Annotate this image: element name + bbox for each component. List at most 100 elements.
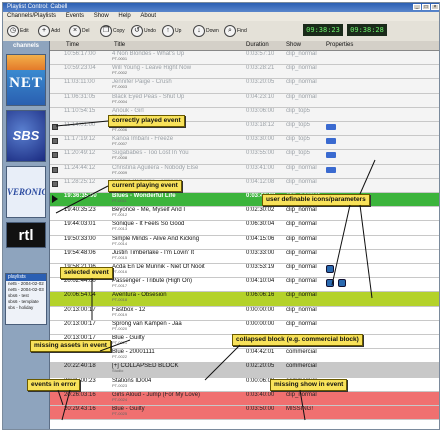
property-badge-icon[interactable] [326,124,336,130]
cell-code: PT-0009 [112,169,128,175]
cell-time: 20:02:44:00 [64,278,96,285]
menu-show[interactable]: Show [94,13,109,19]
close-button[interactable]: × [431,4,439,10]
cell-duration: 0:00:00:00 [246,320,275,327]
cell-code: PT-0004 [112,98,128,104]
table-row[interactable]: 11:03:11:00 Jennifer Paige - Crush 0:03:20… [50,79,439,94]
toolbar-button-up[interactable]: ↑ Up [162,24,181,37]
up-icon: ↑ [162,24,174,37]
table-row[interactable]: 20:29:43:16 Blue - Guilty 0:03:50:00 MISSIN… [50,406,439,421]
cell-time: 20:13:00:17 [64,320,96,327]
channel-logo-sbs[interactable]: SBS [6,110,46,162]
cell-duration: 0:03:30:00 [246,136,275,143]
database-icon[interactable] [338,279,346,288]
database-icon[interactable] [326,265,334,273]
callout-current: current playing event [108,180,182,192]
table-row[interactable]: 19:54:48:06 Justin Timberlake - I'm Lovin… [50,250,439,264]
property-badge-icon[interactable] [326,166,336,173]
property-badge-icon[interactable] [326,152,336,159]
cell-show: clip_normal [286,306,317,313]
toolbar-button-undo[interactable]: ↺ Undo [131,24,156,37]
table-row[interactable]: 19:44:03:01 Sonique - It Feels So Good 0:0… [50,221,439,236]
table-row[interactable]: 19:36:35:00 Blues - Wonderful Life 0:03:42… [50,193,439,208]
cell-show: clip_normal [286,264,317,270]
cell-time: 10:56:17:00 [64,51,96,57]
toolbar-button-edit[interactable]: ◷ Edit [7,24,29,37]
channels-label: channels [12,43,39,49]
table-row[interactable]: 11:24:44:12 Christina Aguilera - Nobody E… [50,164,439,179]
channel-logo-net[interactable]: NET [6,54,46,106]
cell-show: MISSING! [286,406,314,412]
app-window: Playlist Control: Cabell _ □ × Channels/… [2,2,440,430]
table-row[interactable]: 11:06:31:05 Black Eyed Peas - Shut Up 0:04… [50,93,439,108]
cell-code: PT-0023 [112,382,128,388]
cell-time: 20:22:40:18 [64,363,96,370]
cell-time: 11:03:11:00 [64,79,95,86]
cell-time: 19:50:33:00 [64,235,96,242]
cell-show: clip_normal [286,79,317,86]
cell-duration: 0:03:18:12 [246,122,275,128]
cell-time: 11:24:44:12 [64,164,96,171]
table-row[interactable]: 10:59:23:04 Will Young - Leave Right Now 0… [50,65,439,80]
table-row[interactable]: 11:17:19:12 Kanoa Imbani - Freeze 0:03:30:… [50,136,439,151]
cell-show: clip_normal [286,164,317,171]
playlist-item[interactable]: sbs - holiday [6,305,46,311]
cell-code: PT-0012 [112,212,128,218]
toolbar-button-add[interactable]: + Add [38,24,60,37]
cell-duration: 0:04:42:01 [246,349,275,356]
cell-show: clip_top5 [286,150,311,157]
cell-show: clip_normal [286,320,317,327]
channel-logo-rtl[interactable]: rtl [6,222,46,248]
cell-time: 19:44:03:01 [64,221,96,228]
channel-logo-veronica[interactable]: VERONICA [6,166,46,218]
col-show[interactable]: Show [286,41,301,50]
playlists-title: playlists [6,274,46,281]
toolbar-button-down[interactable]: ↓ Down [193,24,219,37]
database-icon[interactable] [326,279,334,288]
cell-time: 20:29:43:16 [64,406,96,412]
callout-icons: user definable icons/parameters [262,194,370,206]
played-marker-icon [52,138,58,145]
cell-duration: 0:02:20:05 [246,363,275,370]
cell-time: 11:20:49:12 [64,150,96,157]
veronica-logo-text: VERONICA [7,187,45,197]
cell-show: clip_normal [286,207,317,214]
played-marker-icon [52,152,58,159]
minimize-button[interactable]: _ [413,4,421,10]
cell-show: commercial [286,363,317,370]
table-row[interactable]: 11:20:49:12 Sugababes - Too Lost In You 0:… [50,150,439,165]
down-icon: ↓ [193,24,205,37]
maximize-button[interactable]: □ [422,4,430,10]
menu-bar: Channels/Playlists Events Show Help Abou… [3,12,439,21]
cell-code: PT-0014 [112,240,128,246]
table-row[interactable]: 10:56:17:00 4 Non Blondes - What's Up 0:03… [50,51,439,66]
col-title[interactable]: Title [114,41,125,50]
col-time[interactable]: Time [66,41,79,50]
cell-duration: 0:04:12:08 [246,178,275,185]
menu-help[interactable]: Help [118,13,130,19]
menu-channels[interactable]: Channels/Playlists [7,13,56,19]
table-row[interactable]: 20:22:40:18 [+] COLLAPSED BLOCK 0:02:20:05… [50,363,439,378]
table-row[interactable]: 20:25:00:23Stations ID0040:00:06:00comme… [50,378,439,392]
playlist-grid: Time Title Duration Show Properties 10:5… [50,41,439,429]
table-row[interactable]: 20:13:00:17 Fastbox - 12 0:00:00:00 clip_no… [50,306,439,321]
table-row[interactable]: 19:50:33:00 Simple Minds - Alive And Kick… [50,235,439,250]
cell-duration: 0:04:23:10 [246,93,275,100]
col-properties[interactable]: Properties [326,41,353,50]
table-row[interactable]: 20:13:00:17 Sprong van Kampen - Jaa 0:00:0… [50,320,439,335]
table-row[interactable]: 19:40:35:23 Beyonce - Me, Myself And I 0:0… [50,207,439,222]
toolbar-button-del[interactable]: × Del [69,24,90,37]
table-row[interactable]: 20:26:03:16 Girls Aloud - Jump (For My Lo… [50,391,439,406]
toolbar-button-find[interactable]: ⌕ Find [224,24,247,37]
toolbar-button-copy[interactable]: ❐ Copy [100,24,125,37]
menu-about[interactable]: About [140,13,156,19]
property-badge-icon[interactable] [326,138,336,145]
cell-show: clip_normal [286,65,317,72]
cell-time: 11:28:25:12 [64,178,96,185]
table-row[interactable]: 20:06:54:04 Aventura - Obsesion 0:06:06:16… [50,292,439,307]
col-duration[interactable]: Duration [246,41,269,50]
menu-events[interactable]: Events [66,13,84,19]
cell-duration: 0:03:41:00 [246,164,275,171]
cell-time: 20:13:00:17 [64,306,96,313]
table-row[interactable]: 20:02:44:00 Passenger - Tribute (High On)… [50,278,439,293]
